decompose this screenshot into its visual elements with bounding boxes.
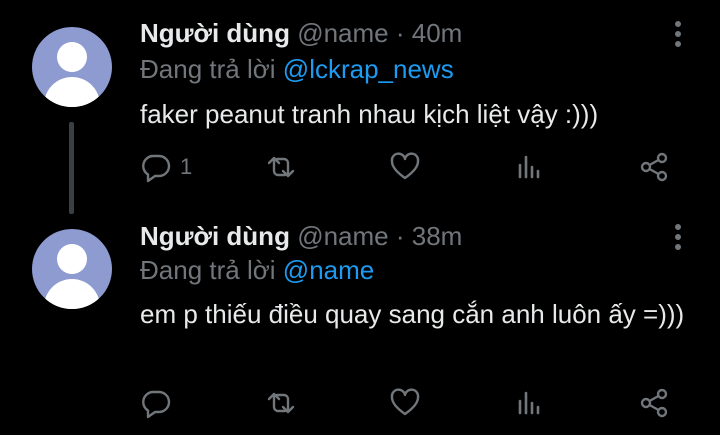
analytics-icon	[518, 391, 540, 415]
replying-to: Đang trả lời @lckrap_news	[140, 52, 454, 86]
replying-prefix: Đang trả lời	[140, 255, 276, 285]
more-icon[interactable]	[668, 219, 688, 259]
reply-button[interactable]: 1	[140, 147, 192, 187]
like-icon	[390, 152, 420, 180]
avatar[interactable]	[32, 27, 112, 107]
reply-count: 1	[180, 154, 193, 179]
tweet-2[interactable]: Người dùng @name · 38m Đang trả lời @nam…	[0, 205, 720, 435]
user-handle[interactable]: @name	[297, 221, 388, 251]
analytics-button[interactable]	[514, 147, 546, 187]
avatar[interactable]	[32, 229, 112, 309]
share-icon	[640, 388, 668, 418]
replying-prefix: Đang trả lời	[140, 54, 276, 84]
avatar-body	[44, 279, 100, 309]
like-button[interactable]	[389, 383, 421, 423]
action-bar: 1	[0, 147, 720, 187]
share-button[interactable]	[638, 383, 670, 423]
separator: ·	[395, 18, 405, 48]
reply-button[interactable]	[140, 383, 180, 423]
tweet-text: em p thiếu điều quay sang cắn anh luôn ấ…	[140, 299, 685, 329]
share-button[interactable]	[638, 147, 670, 187]
tweet-header: Người dùng @name · 40m	[140, 16, 462, 50]
action-bar	[0, 383, 720, 423]
replying-to: Đang trả lời @name	[140, 253, 374, 287]
avatar-body	[44, 77, 100, 107]
timestamp[interactable]: 40m	[412, 18, 463, 48]
retweet-button[interactable]	[265, 147, 297, 187]
retweet-icon	[267, 392, 295, 414]
like-button[interactable]	[389, 147, 421, 187]
tweet-text: faker peanut tranh nhau kịch liệt vậy :)…	[140, 99, 599, 129]
like-icon	[390, 388, 420, 416]
replying-mention[interactable]: @name	[283, 255, 374, 285]
share-icon	[640, 152, 668, 182]
reply-icon	[142, 390, 171, 419]
more-icon[interactable]	[668, 16, 688, 56]
display-name[interactable]: Người dùng	[140, 221, 290, 251]
user-handle[interactable]: @name	[297, 18, 388, 48]
tweet-1[interactable]: Người dùng @name · 40m Đang trả lời @lck…	[0, 0, 720, 205]
analytics-button[interactable]	[514, 383, 546, 423]
avatar-head	[57, 42, 87, 72]
tweet-header: Người dùng @name · 38m	[140, 219, 462, 253]
timestamp[interactable]: 38m	[412, 221, 463, 251]
retweet-button[interactable]	[265, 383, 297, 423]
separator: ·	[395, 221, 405, 251]
display-name[interactable]: Người dùng	[140, 18, 290, 48]
analytics-icon	[518, 155, 540, 179]
retweet-icon	[267, 156, 295, 178]
avatar-head	[57, 244, 87, 274]
replying-mention[interactable]: @lckrap_news	[283, 54, 454, 84]
reply-icon	[142, 154, 171, 183]
